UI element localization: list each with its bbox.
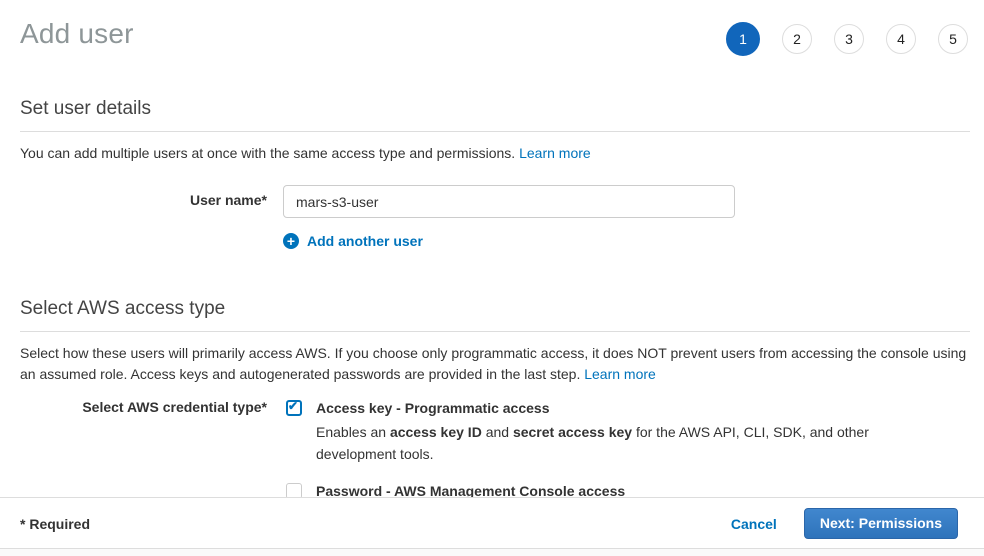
next-permissions-button[interactable]: Next: Permissions: [804, 508, 958, 539]
section-user-details: Set user details You can add multiple us…: [20, 98, 970, 249]
username-label: User name*: [20, 185, 267, 218]
access-type-intro: Select how these users will primarily ac…: [20, 343, 970, 385]
access-key-option-desc: Enables an access key ID and secret acce…: [316, 421, 876, 465]
user-details-intro-text: You can add multiple users at once with …: [20, 145, 515, 161]
required-note: * Required: [20, 516, 90, 532]
wizard-footer: * Required Cancel Next: Permissions: [0, 497, 984, 548]
plus-circle-icon: [283, 233, 299, 249]
user-details-intro: You can add multiple users at once with …: [20, 143, 970, 164]
learn-more-link-access-type[interactable]: Learn more: [584, 366, 656, 382]
step-indicator-4: 4: [886, 24, 916, 54]
access-type-heading: Select AWS access type: [20, 298, 970, 332]
user-details-heading: Set user details: [20, 98, 970, 132]
page-header: Add user 1 2 3 4 5: [20, 0, 970, 56]
step-indicator-2: 2: [782, 24, 812, 54]
access-key-option-title: Access key - Programmatic access: [316, 399, 876, 417]
wizard-step-indicator: 1 2 3 4 5: [726, 22, 970, 56]
access-type-intro-text: Select how these users will primarily ac…: [20, 345, 966, 382]
step-indicator-3: 3: [834, 24, 864, 54]
step-indicator-5: 5: [938, 24, 968, 54]
cancel-button[interactable]: Cancel: [731, 516, 777, 532]
access-key-checkbox[interactable]: [286, 400, 302, 416]
username-input[interactable]: [283, 185, 735, 218]
add-another-user[interactable]: Add another user: [283, 233, 970, 249]
section-access-type: Select AWS access type Select how these …: [20, 298, 970, 526]
username-row: User name*: [20, 185, 970, 218]
step-indicator-1: 1: [726, 22, 760, 56]
add-user-page: Add user 1 2 3 4 5 Set user details You …: [0, 0, 984, 526]
bottom-bar: [0, 548, 984, 556]
learn-more-link-user-details[interactable]: Learn more: [519, 145, 591, 161]
option-access-key: Access key - Programmatic access Enables…: [286, 399, 876, 465]
page-title: Add user: [20, 18, 134, 50]
add-another-user-label: Add another user: [307, 233, 423, 249]
